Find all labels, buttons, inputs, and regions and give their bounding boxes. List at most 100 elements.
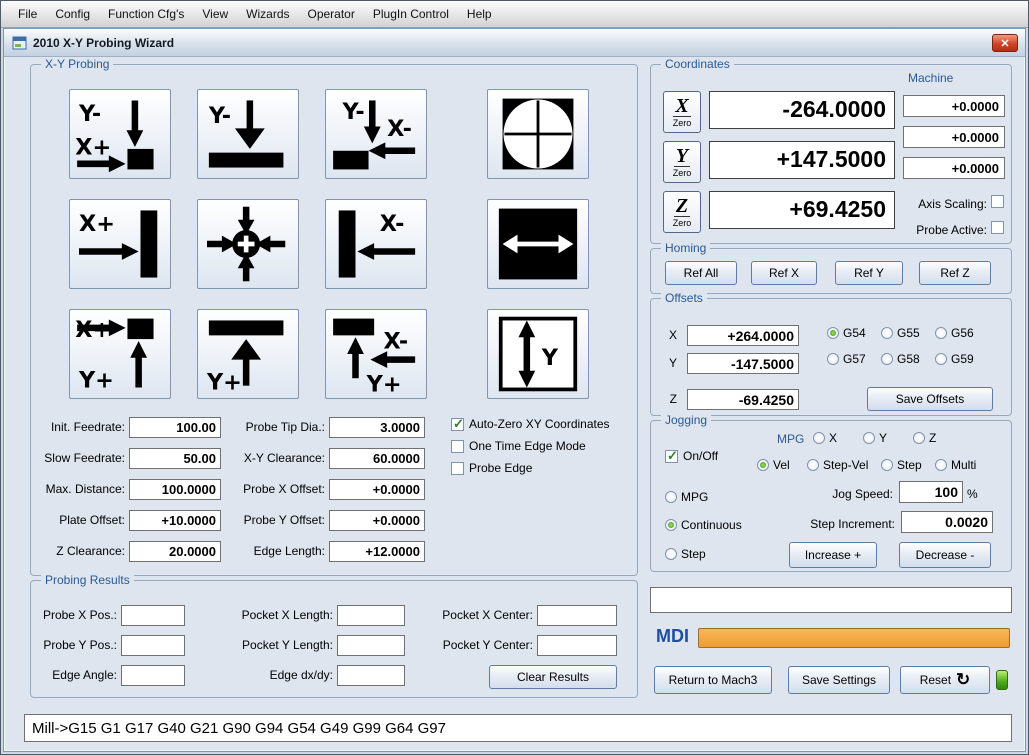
probe-boss-center-button[interactable] bbox=[487, 89, 589, 179]
mpg-axis-z-radio[interactable]: Z bbox=[913, 431, 936, 445]
close-button[interactable]: ✕ bbox=[992, 34, 1018, 52]
probe-y-offset-field[interactable] bbox=[329, 510, 425, 531]
pocket-y-center-field[interactable] bbox=[537, 635, 617, 656]
radio-icon bbox=[935, 327, 947, 339]
ref-z-button[interactable]: Ref Z bbox=[919, 261, 991, 285]
menu-plugin-control[interactable]: PlugIn Control bbox=[364, 3, 458, 25]
pocket-x-length-field[interactable] bbox=[337, 605, 405, 626]
dro-z[interactable]: +69.4250 bbox=[709, 191, 895, 229]
pocket-x-center-field[interactable] bbox=[537, 605, 617, 626]
g59-radio[interactable]: G59 bbox=[935, 352, 974, 366]
edge-length-field[interactable] bbox=[329, 541, 425, 562]
menu-function-cfgs[interactable]: Function Cfg's bbox=[99, 3, 193, 25]
jog-type-step-radio[interactable]: Step bbox=[665, 547, 706, 561]
jog-type-mpg-radio[interactable]: MPG bbox=[665, 490, 708, 504]
step-increment-field[interactable] bbox=[901, 511, 993, 533]
jog-type-continuous-label: Continuous bbox=[681, 518, 742, 532]
z-clearance-field[interactable] bbox=[129, 541, 221, 562]
probe-edge-y-plus-button[interactable]: Y+ bbox=[197, 309, 299, 399]
probe-corner-y-minus-x-plus-button[interactable]: Y- X+ bbox=[69, 89, 171, 179]
pocket-y-length-label: Pocket Y Length: bbox=[242, 638, 333, 652]
jog-speed-field[interactable] bbox=[899, 481, 963, 503]
probe-edge-checkbox[interactable]: Probe Edge bbox=[451, 461, 532, 475]
menu-view[interactable]: View bbox=[193, 3, 237, 25]
title-bar[interactable]: 2010 X-Y Probing Wizard ✕ bbox=[4, 29, 1025, 57]
menu-config[interactable]: Config bbox=[46, 3, 99, 25]
init-feedrate-field[interactable] bbox=[129, 417, 221, 438]
probe-edge-x-plus-button[interactable]: X+ bbox=[69, 199, 171, 289]
mpg-axis-y-radio[interactable]: Y bbox=[863, 431, 887, 445]
g56-radio[interactable]: G56 bbox=[935, 326, 974, 340]
probe-x-offset-field[interactable] bbox=[329, 479, 425, 500]
jog-mode-step-vel-radio[interactable]: Step-Vel bbox=[807, 458, 868, 472]
probe-tip-dia-field[interactable] bbox=[329, 417, 425, 438]
mpg-axis-x-radio[interactable]: X bbox=[813, 431, 837, 445]
xy-clearance-field[interactable] bbox=[329, 448, 425, 469]
probe-pocket-x-width-button[interactable] bbox=[487, 199, 589, 289]
probe-edge-x-minus-button[interactable]: X- bbox=[325, 199, 427, 289]
probe-edge-y-minus-button[interactable]: Y- bbox=[197, 89, 299, 179]
menu-wizards[interactable]: Wizards bbox=[237, 3, 298, 25]
checkbox-icon bbox=[451, 461, 464, 475]
jog-onoff-checkbox[interactable]: On/Off bbox=[665, 448, 718, 464]
machine-dro-y[interactable]: +0.0000 bbox=[903, 126, 1005, 148]
dro-y[interactable]: +147.5000 bbox=[709, 141, 895, 179]
checkbox-icon bbox=[991, 221, 1004, 234]
ref-y-button[interactable]: Ref Y bbox=[835, 261, 903, 285]
return-to-mach3-button[interactable]: Return to Mach3 bbox=[654, 666, 772, 694]
axis-scaling-checkbox[interactable] bbox=[991, 195, 1004, 208]
g58-label: G58 bbox=[897, 352, 920, 366]
probe-boss-center-icon bbox=[502, 98, 574, 170]
plate-offset-field[interactable] bbox=[129, 510, 221, 531]
gcode-status-field[interactable]: Mill->G15 G1 G17 G40 G21 G90 G94 G54 G49… bbox=[24, 714, 1012, 742]
mdi-input[interactable] bbox=[698, 628, 1010, 648]
dro-x[interactable]: -264.0000 bbox=[709, 91, 895, 129]
machine-dro-z[interactable]: +0.0000 bbox=[903, 157, 1005, 179]
edge-dxdy-field[interactable] bbox=[337, 665, 405, 686]
g57-radio[interactable]: G57 bbox=[827, 352, 866, 366]
pocket-y-length-field[interactable] bbox=[337, 635, 405, 656]
clear-results-button[interactable]: Clear Results bbox=[489, 665, 617, 689]
menu-file[interactable]: File bbox=[9, 3, 46, 25]
probe-active-checkbox[interactable] bbox=[991, 221, 1004, 234]
probing-results-group-label: Probing Results bbox=[41, 573, 134, 587]
ref-x-button[interactable]: Ref X bbox=[751, 261, 817, 285]
mdi-history-field[interactable] bbox=[650, 587, 1012, 613]
ref-all-button[interactable]: Ref All bbox=[665, 261, 737, 285]
offset-x-field[interactable] bbox=[687, 325, 799, 346]
mpg-header-label: MPG bbox=[777, 432, 805, 446]
probe-corner-x-plus-y-plus-button[interactable]: X+ Y+ bbox=[69, 309, 171, 399]
probe-x-pos-field[interactable] bbox=[121, 605, 185, 626]
g58-radio[interactable]: G58 bbox=[881, 352, 920, 366]
g55-radio[interactable]: G55 bbox=[881, 326, 920, 340]
jog-mode-vel-radio[interactable]: Vel bbox=[757, 458, 790, 472]
g54-radio[interactable]: G54 bbox=[827, 326, 866, 340]
menu-operator[interactable]: Operator bbox=[299, 3, 364, 25]
zero-x-button[interactable]: X Zero bbox=[663, 91, 701, 133]
probe-hole-center-button[interactable] bbox=[197, 199, 299, 289]
jog-mode-step-radio[interactable]: Step bbox=[881, 458, 922, 472]
save-offsets-button[interactable]: Save Offsets bbox=[867, 387, 993, 411]
checkbox-icon bbox=[451, 439, 464, 453]
probe-pocket-y-length-button[interactable]: Y bbox=[487, 309, 589, 399]
zero-y-button[interactable]: Y Zero bbox=[663, 141, 701, 183]
zero-z-button[interactable]: Z Zero bbox=[663, 191, 701, 233]
save-settings-button[interactable]: Save Settings bbox=[788, 666, 890, 694]
jog-mode-multi-radio[interactable]: Multi bbox=[935, 458, 976, 472]
increase-button[interactable]: Increase + bbox=[789, 542, 877, 568]
slow-feedrate-field[interactable] bbox=[129, 448, 221, 469]
probe-corner-y-minus-x-minus-button[interactable]: Y- X- bbox=[325, 89, 427, 179]
jog-type-continuous-radio[interactable]: Continuous bbox=[665, 518, 742, 532]
machine-dro-x[interactable]: +0.0000 bbox=[903, 95, 1005, 117]
decrease-button[interactable]: Decrease - bbox=[899, 542, 991, 568]
menu-help[interactable]: Help bbox=[458, 3, 501, 25]
offset-y-field[interactable] bbox=[687, 353, 799, 374]
probe-y-pos-field[interactable] bbox=[121, 635, 185, 656]
reset-button[interactable]: Reset ↻ bbox=[900, 666, 990, 694]
max-distance-field[interactable] bbox=[129, 479, 221, 500]
one-time-edge-mode-checkbox[interactable]: One Time Edge Mode bbox=[451, 439, 586, 453]
offset-z-field[interactable] bbox=[687, 389, 799, 410]
edge-angle-field[interactable] bbox=[121, 665, 185, 686]
auto-zero-xy-checkbox[interactable]: Auto-Zero XY Coordinates bbox=[451, 416, 610, 432]
probe-corner-x-minus-y-plus-button[interactable]: X- Y+ bbox=[325, 309, 427, 399]
